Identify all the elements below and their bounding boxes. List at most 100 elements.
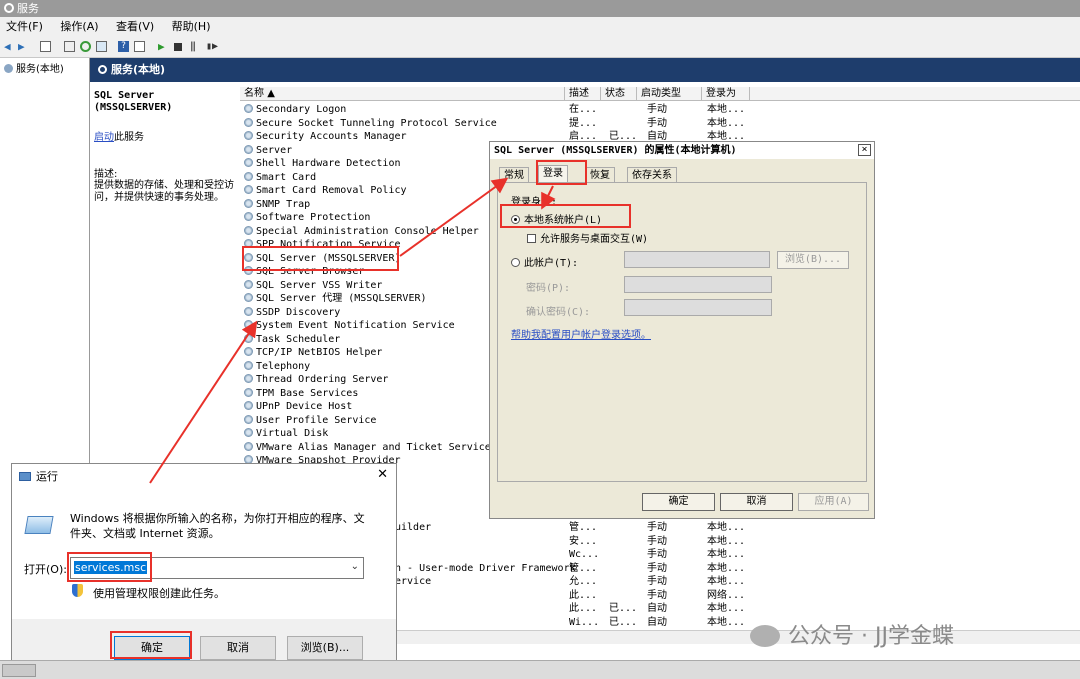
allow-desktop-interaction-checkbox[interactable]: 允许服务与桌面交互(W) bbox=[527, 230, 648, 245]
stop-service-icon[interactable] bbox=[174, 43, 182, 51]
service-row[interactable]: n - User-mode Driver Framework bbox=[395, 562, 576, 575]
service-name: SQL Server Browser bbox=[256, 266, 365, 277]
logon-help-link[interactable]: 帮助我配置用户帐户登录选项。 bbox=[511, 326, 651, 341]
password-field[interactable] bbox=[624, 276, 772, 293]
service-row[interactable]: SQL Server Browser bbox=[244, 265, 364, 278]
services-header: 服务(本地) bbox=[90, 58, 1080, 82]
browse-account-button[interactable]: 浏览(B)... bbox=[777, 251, 849, 269]
column-name[interactable]: 名称 ▲ bbox=[240, 87, 565, 101]
service-row[interactable]: Security Accounts Manager bbox=[244, 130, 407, 143]
service-row[interactable]: ervice bbox=[395, 575, 431, 588]
service-gear-icon bbox=[244, 293, 253, 302]
description-label: 描述: bbox=[94, 169, 118, 180]
properties-close-button[interactable]: × bbox=[858, 144, 871, 156]
service-name: SQL Server 代理 (MSSQLSERVER) bbox=[256, 293, 427, 304]
service-row[interactable]: TPM Base Services bbox=[244, 387, 358, 400]
service-startup: 手动 bbox=[647, 589, 667, 601]
service-name: Telephony bbox=[256, 360, 311, 372]
service-startup: 自动 bbox=[647, 616, 667, 628]
service-row[interactable]: SNMP Trap bbox=[244, 198, 310, 211]
service-row[interactable]: Software Protection bbox=[244, 211, 370, 224]
tab-general[interactable]: 常规 bbox=[499, 167, 529, 183]
tab-logon[interactable]: 登录 bbox=[538, 165, 568, 183]
service-name: ervice bbox=[395, 576, 432, 587]
service-row[interactable]: SPP Notification Service bbox=[244, 238, 401, 251]
column-status[interactable]: 状态 bbox=[601, 87, 637, 101]
tab-recovery[interactable]: 恢复 bbox=[585, 167, 615, 183]
console-tree-icon[interactable] bbox=[40, 41, 51, 52]
run-cancel-button[interactable]: 取消 bbox=[200, 636, 276, 660]
start-service-icon[interactable]: ▶ bbox=[158, 41, 169, 52]
service-row[interactable]: SQL Server 代理 (MSSQLSERVER) bbox=[244, 292, 427, 305]
service-row[interactable]: Shell Hardware Detection bbox=[244, 157, 401, 170]
run-command-value: services.msc bbox=[74, 561, 148, 574]
apply-button[interactable]: 应用(A) bbox=[798, 493, 869, 511]
help-icon[interactable]: ? bbox=[118, 41, 129, 52]
service-row[interactable]: UPnP Device Host bbox=[244, 400, 352, 413]
export-icon[interactable] bbox=[96, 41, 107, 52]
this-account-radio[interactable]: 此帐户(T): bbox=[511, 254, 578, 269]
local-system-account-radio[interactable]: 本地系统帐户(L) bbox=[511, 211, 602, 226]
service-desc: 此... bbox=[569, 589, 598, 601]
service-row[interactable]: Thread Ordering Server bbox=[244, 373, 388, 386]
service-gear-icon bbox=[244, 212, 253, 221]
dropdown-arrow-icon[interactable]: ⌄ bbox=[351, 561, 359, 572]
service-row[interactable]: SQL Server VSS Writer bbox=[244, 279, 382, 292]
start-button[interactable] bbox=[2, 664, 36, 677]
service-row[interactable]: Secure Socket Tunneling Protocol Service bbox=[244, 117, 497, 130]
service-name: n - User-mode Driver Framework bbox=[395, 562, 576, 574]
tab-dependencies[interactable]: 依存关系 bbox=[627, 167, 677, 183]
service-row[interactable]: VMware Alias Manager and Ticket Service bbox=[244, 441, 491, 454]
tree-item-services-local[interactable]: 服务(本地) bbox=[4, 64, 64, 75]
service-gear-icon bbox=[244, 320, 253, 329]
menu-file[interactable]: 文件(F) bbox=[6, 20, 43, 33]
service-logon: 本地... bbox=[707, 616, 746, 628]
service-row[interactable]: uilder bbox=[395, 521, 431, 534]
service-name: Security Accounts Manager bbox=[256, 131, 407, 142]
run-close-button[interactable]: ✕ bbox=[377, 467, 388, 482]
service-row[interactable]: TCP/IP NetBIOS Helper bbox=[244, 346, 382, 359]
confirm-password-field[interactable] bbox=[624, 299, 772, 316]
service-row[interactable]: Special Administration Console Helper bbox=[244, 225, 479, 238]
service-status: 已... bbox=[609, 603, 638, 614]
radio-unselected-icon bbox=[511, 258, 520, 267]
run-browse-button[interactable]: 浏览(B)... bbox=[287, 636, 363, 660]
service-row[interactable]: SQL Server (MSSQLSERVER) bbox=[244, 252, 401, 265]
service-gear-icon bbox=[244, 225, 253, 235]
refresh-icon[interactable] bbox=[80, 41, 91, 52]
column-startup-type[interactable]: 启动类型 bbox=[637, 87, 702, 101]
ok-button[interactable]: 确定 bbox=[642, 493, 715, 511]
tree-item-label: 服务(本地) bbox=[16, 64, 64, 75]
services-app-icon bbox=[4, 3, 14, 13]
service-row[interactable]: Virtual Disk bbox=[244, 427, 328, 440]
service-row[interactable]: Secondary Logon bbox=[244, 103, 346, 116]
start-service-link[interactable]: 启动 bbox=[94, 132, 114, 143]
menu-view[interactable]: 查看(V) bbox=[116, 20, 154, 33]
this-account-label: 此帐户(T): bbox=[524, 258, 579, 269]
cancel-button[interactable]: 取消 bbox=[720, 493, 793, 511]
service-row[interactable]: Smart Card Removal Policy bbox=[244, 184, 407, 197]
service-row[interactable]: Server bbox=[244, 144, 292, 157]
show-hide-icon[interactable] bbox=[134, 41, 145, 52]
service-desc: 安... bbox=[569, 535, 598, 547]
run-command-input[interactable]: services.msc ⌄ bbox=[70, 557, 364, 579]
service-row[interactable]: Task Scheduler bbox=[244, 333, 340, 346]
services-tree-icon bbox=[4, 64, 13, 73]
service-row[interactable]: User Profile Service bbox=[244, 414, 376, 427]
properties-icon[interactable] bbox=[64, 41, 75, 52]
service-row[interactable]: Telephony bbox=[244, 360, 310, 373]
column-logon-as[interactable]: 登录为 bbox=[702, 87, 750, 101]
account-name-field[interactable] bbox=[624, 251, 770, 268]
menu-help[interactable]: 帮助(H) bbox=[172, 20, 211, 33]
service-row[interactable]: System Event Notification Service bbox=[244, 319, 455, 332]
restart-service-icon[interactable]: ▮▶ bbox=[206, 41, 218, 52]
forward-icon[interactable]: ▶ bbox=[18, 41, 29, 52]
menu-action[interactable]: 操作(A) bbox=[60, 20, 98, 33]
service-row[interactable]: SSDP Discovery bbox=[244, 306, 340, 319]
run-ok-button[interactable]: 确定 bbox=[114, 636, 190, 660]
service-name: Special Administration Console Helper bbox=[256, 225, 479, 237]
back-icon[interactable]: ◀ bbox=[4, 41, 15, 52]
pause-service-icon[interactable]: ‖ bbox=[190, 41, 201, 52]
service-row[interactable]: Smart Card bbox=[244, 171, 316, 184]
column-description[interactable]: 描述 bbox=[565, 87, 601, 101]
